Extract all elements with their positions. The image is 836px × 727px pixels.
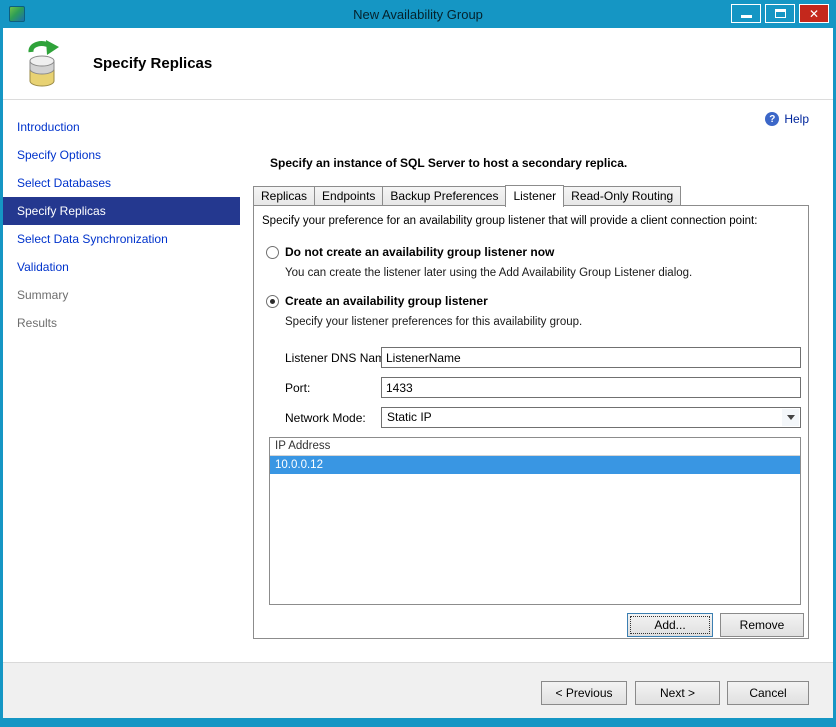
radio-create-listener[interactable] [266,295,279,308]
help-label: Help [784,112,809,126]
maximize-icon [774,9,786,18]
tab-replicas[interactable]: Replicas [253,186,316,206]
dns-name-label: Listener DNS Name: [285,351,396,365]
tab-backup-preferences[interactable]: Backup Preferences [382,186,507,206]
help-link[interactable]: ? Help [765,112,809,126]
chevron-down-icon [782,409,799,426]
sidebar-item-results: Results [17,316,58,330]
tab-endpoints[interactable]: Endpoints [314,186,384,206]
network-mode-value: Static IP [387,410,432,424]
radio-no-listener-label[interactable]: Do not create an availability group list… [285,245,554,259]
sidebar-item-select-databases[interactable]: Select Databases [3,169,240,197]
cancel-button[interactable]: Cancel [727,681,809,705]
listener-intro-text: Specify your preference for an availabil… [262,215,758,227]
wizard-steps-sidebar: Introduction Specify Options Select Data… [3,100,240,662]
replica-tabs: Replicas Endpoints Backup Preferences Li… [253,184,809,207]
page-title: Specify Replicas [93,55,213,72]
sidebar-item-summary: Summary [17,288,69,302]
radio-create-listener-description: Specify your listener preferences for th… [285,316,583,328]
radio-no-listener-description: You can create the listener later using … [285,267,693,279]
close-icon: ✕ [808,6,820,21]
network-mode-label: Network Mode: [285,411,366,425]
radio-create-listener-label[interactable]: Create an availability group listener [285,294,488,308]
titlebar: New Availability Group ✕ [3,0,833,28]
tab-read-only-routing[interactable]: Read-Only Routing [563,186,682,206]
help-icon: ? [765,112,780,126]
availability-group-icon [28,39,59,86]
window-title: New Availability Group [353,6,483,22]
port-label: Port: [285,381,311,395]
sidebar-item-select-data-synchronization[interactable]: Select Data Synchronization [3,225,240,253]
wizard-main-panel: ? Help Specify an instance of SQL Server… [240,100,833,662]
dns-name-input[interactable] [381,347,801,368]
sidebar-item-validation[interactable]: Validation [3,253,240,281]
sidebar-item-specify-options[interactable]: Specify Options [3,141,240,169]
window-controls: ✕ [727,4,829,23]
ip-address-row[interactable]: 10.0.0.12 [270,456,800,474]
maximize-button[interactable] [765,4,795,23]
remove-button[interactable]: Remove [720,613,804,637]
tab-listener[interactable]: Listener [505,185,565,207]
port-input[interactable] [381,377,801,398]
listener-tab-panel: Specify your preference for an availabil… [253,205,809,639]
sidebar-item-specify-replicas[interactable]: Specify Replicas [3,197,240,225]
instruction-text: Specify an instance of SQL Server to hos… [270,156,628,170]
wizard-footer: < Previous Next > Cancel [3,662,833,718]
wizard-header: Specify Replicas [3,28,833,100]
ip-address-column-header[interactable]: IP Address [270,438,800,456]
ip-address-list: IP Address 10.0.0.12 [269,437,801,605]
minimize-button[interactable] [731,4,761,23]
network-mode-select[interactable]: Static IP [381,407,801,428]
minimize-icon [740,15,752,18]
radio-no-listener[interactable] [266,246,279,259]
new-availability-group-window: New Availability Group ✕ Specify Replica… [0,0,836,727]
previous-button[interactable]: < Previous [541,681,627,705]
close-button[interactable]: ✕ [799,4,829,23]
next-button[interactable]: Next > [635,681,720,705]
sidebar-item-introduction[interactable]: Introduction [3,113,240,141]
add-button[interactable]: Add... [627,613,713,637]
